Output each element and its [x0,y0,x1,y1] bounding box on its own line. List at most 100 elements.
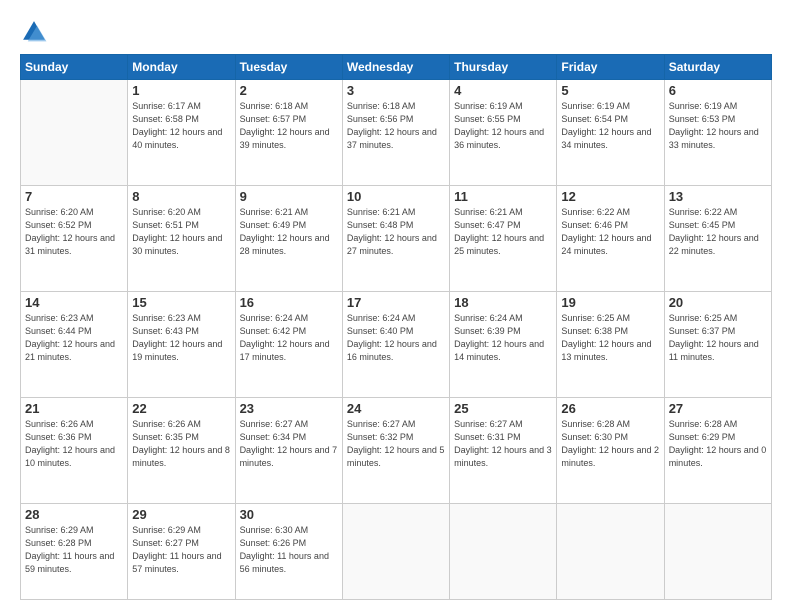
day-number: 23 [240,401,338,416]
calendar-cell [450,503,557,599]
day-info: Sunrise: 6:29 AMSunset: 6:27 PMDaylight:… [132,524,230,576]
day-info: Sunrise: 6:26 AMSunset: 6:36 PMDaylight:… [25,418,123,470]
calendar-cell: 14 Sunrise: 6:23 AMSunset: 6:44 PMDayligh… [21,291,128,397]
day-number: 22 [132,401,230,416]
day-number: 3 [347,83,445,98]
calendar-cell: 18Sunrise: 6:24 AMSunset: 6:39 PMDayligh… [450,291,557,397]
calendar-cell: 2 Sunrise: 6:18 AMSunset: 6:57 PMDaylight… [235,80,342,186]
day-info: Sunrise: 6:18 AMSunset: 6:56 PMDaylight:… [347,100,445,152]
day-number: 16 [240,295,338,310]
day-info: Sunrise: 6:22 AMSunset: 6:45 PMDaylight:… [669,206,767,258]
calendar-cell: 13 Sunrise: 6:22 AMSunset: 6:45 PMDayligh… [664,185,771,291]
day-number: 15 [132,295,230,310]
day-number: 10 [347,189,445,204]
calendar-cell: 5 Sunrise: 6:19 AMSunset: 6:54 PMDaylight… [557,80,664,186]
calendar-cell: 21 Sunrise: 6:26 AMSunset: 6:36 PMDayligh… [21,397,128,503]
day-number: 21 [25,401,123,416]
day-info: Sunrise: 6:23 AMSunset: 6:43 PMDaylight:… [132,312,230,364]
day-number: 25 [454,401,552,416]
day-info: Sunrise: 6:25 AMSunset: 6:38 PMDaylight:… [561,312,659,364]
col-header-monday: Monday [128,55,235,80]
day-info: Sunrise: 6:30 AMSunset: 6:26 PMDaylight:… [240,524,338,576]
calendar-cell: 9 Sunrise: 6:21 AMSunset: 6:49 PMDaylight… [235,185,342,291]
calendar-cell: 15 Sunrise: 6:23 AMSunset: 6:43 PMDayligh… [128,291,235,397]
calendar-cell: 27 Sunrise: 6:28 AMSunset: 6:29 PMDayligh… [664,397,771,503]
col-header-sunday: Sunday [21,55,128,80]
day-number: 13 [669,189,767,204]
day-info: Sunrise: 6:20 AMSunset: 6:52 PMDaylight:… [25,206,123,258]
day-number: 29 [132,507,230,522]
day-info: Sunrise: 6:20 AMSunset: 6:51 PMDaylight:… [132,206,230,258]
day-info: Sunrise: 6:23 AMSunset: 6:44 PMDaylight:… [25,312,123,364]
calendar-cell: 26Sunrise: 6:28 AMSunset: 6:30 PMDayligh… [557,397,664,503]
day-number: 4 [454,83,552,98]
day-number: 2 [240,83,338,98]
day-info: Sunrise: 6:19 AMSunset: 6:55 PMDaylight:… [454,100,552,152]
day-info: Sunrise: 6:29 AMSunset: 6:28 PMDaylight:… [25,524,123,576]
calendar-week-3: 21 Sunrise: 6:26 AMSunset: 6:36 PMDayligh… [21,397,772,503]
calendar-cell: 16Sunrise: 6:24 AMSunset: 6:42 PMDayligh… [235,291,342,397]
header [20,18,772,46]
calendar-cell: 24 Sunrise: 6:27 AMSunset: 6:32 PMDayligh… [342,397,449,503]
calendar-cell: 17Sunrise: 6:24 AMSunset: 6:40 PMDayligh… [342,291,449,397]
day-number: 19 [561,295,659,310]
col-header-thursday: Thursday [450,55,557,80]
col-header-tuesday: Tuesday [235,55,342,80]
calendar-cell: 30 Sunrise: 6:30 AMSunset: 6:26 PMDayligh… [235,503,342,599]
calendar-cell [21,80,128,186]
calendar-cell: 29 Sunrise: 6:29 AMSunset: 6:27 PMDayligh… [128,503,235,599]
calendar-cell [664,503,771,599]
day-number: 7 [25,189,123,204]
calendar-week-2: 14 Sunrise: 6:23 AMSunset: 6:44 PMDayligh… [21,291,772,397]
day-number: 27 [669,401,767,416]
calendar-cell: 1 Sunrise: 6:17 AMSunset: 6:58 PMDaylight… [128,80,235,186]
calendar-header-row: SundayMondayTuesdayWednesdayThursdayFrid… [21,55,772,80]
day-info: Sunrise: 6:21 AMSunset: 6:47 PMDaylight:… [454,206,552,258]
day-number: 17 [347,295,445,310]
calendar-cell: 8 Sunrise: 6:20 AMSunset: 6:51 PMDaylight… [128,185,235,291]
day-info: Sunrise: 6:22 AMSunset: 6:46 PMDaylight:… [561,206,659,258]
col-header-wednesday: Wednesday [342,55,449,80]
day-info: Sunrise: 6:27 AMSunset: 6:32 PMDaylight:… [347,418,445,470]
day-info: Sunrise: 6:18 AMSunset: 6:57 PMDaylight:… [240,100,338,152]
day-number: 30 [240,507,338,522]
day-info: Sunrise: 6:25 AMSunset: 6:37 PMDaylight:… [669,312,767,364]
calendar-week-0: 1 Sunrise: 6:17 AMSunset: 6:58 PMDaylight… [21,80,772,186]
calendar-week-1: 7 Sunrise: 6:20 AMSunset: 6:52 PMDaylight… [21,185,772,291]
calendar-cell: 22 Sunrise: 6:26 AMSunset: 6:35 PMDayligh… [128,397,235,503]
calendar-cell: 23 Sunrise: 6:27 AMSunset: 6:34 PMDayligh… [235,397,342,503]
day-number: 1 [132,83,230,98]
calendar-table: SundayMondayTuesdayWednesdayThursdayFrid… [20,54,772,600]
calendar-cell: 28 Sunrise: 6:29 AMSunset: 6:28 PMDayligh… [21,503,128,599]
calendar-cell [557,503,664,599]
day-info: Sunrise: 6:21 AMSunset: 6:49 PMDaylight:… [240,206,338,258]
calendar-cell: 4 Sunrise: 6:19 AMSunset: 6:55 PMDaylight… [450,80,557,186]
logo [20,18,52,46]
calendar-cell: 20Sunrise: 6:25 AMSunset: 6:37 PMDayligh… [664,291,771,397]
day-number: 26 [561,401,659,416]
day-number: 6 [669,83,767,98]
calendar-cell: 3 Sunrise: 6:18 AMSunset: 6:56 PMDaylight… [342,80,449,186]
day-info: Sunrise: 6:19 AMSunset: 6:54 PMDaylight:… [561,100,659,152]
logo-icon [20,18,48,46]
col-header-friday: Friday [557,55,664,80]
day-number: 8 [132,189,230,204]
day-number: 12 [561,189,659,204]
page: SundayMondayTuesdayWednesdayThursdayFrid… [0,0,792,612]
day-info: Sunrise: 6:17 AMSunset: 6:58 PMDaylight:… [132,100,230,152]
day-info: Sunrise: 6:24 AMSunset: 6:39 PMDaylight:… [454,312,552,364]
day-number: 9 [240,189,338,204]
day-info: Sunrise: 6:27 AMSunset: 6:34 PMDaylight:… [240,418,338,470]
day-info: Sunrise: 6:28 AMSunset: 6:29 PMDaylight:… [669,418,767,470]
day-number: 5 [561,83,659,98]
day-info: Sunrise: 6:26 AMSunset: 6:35 PMDaylight:… [132,418,230,470]
day-number: 24 [347,401,445,416]
day-number: 14 [25,295,123,310]
calendar-cell: 6Sunrise: 6:19 AMSunset: 6:53 PMDaylight… [664,80,771,186]
calendar-cell: 10Sunrise: 6:21 AMSunset: 6:48 PMDayligh… [342,185,449,291]
calendar-cell: 25Sunrise: 6:27 AMSunset: 6:31 PMDayligh… [450,397,557,503]
calendar-cell: 12 Sunrise: 6:22 AMSunset: 6:46 PMDayligh… [557,185,664,291]
calendar-cell: 7 Sunrise: 6:20 AMSunset: 6:52 PMDaylight… [21,185,128,291]
day-number: 28 [25,507,123,522]
day-number: 11 [454,189,552,204]
